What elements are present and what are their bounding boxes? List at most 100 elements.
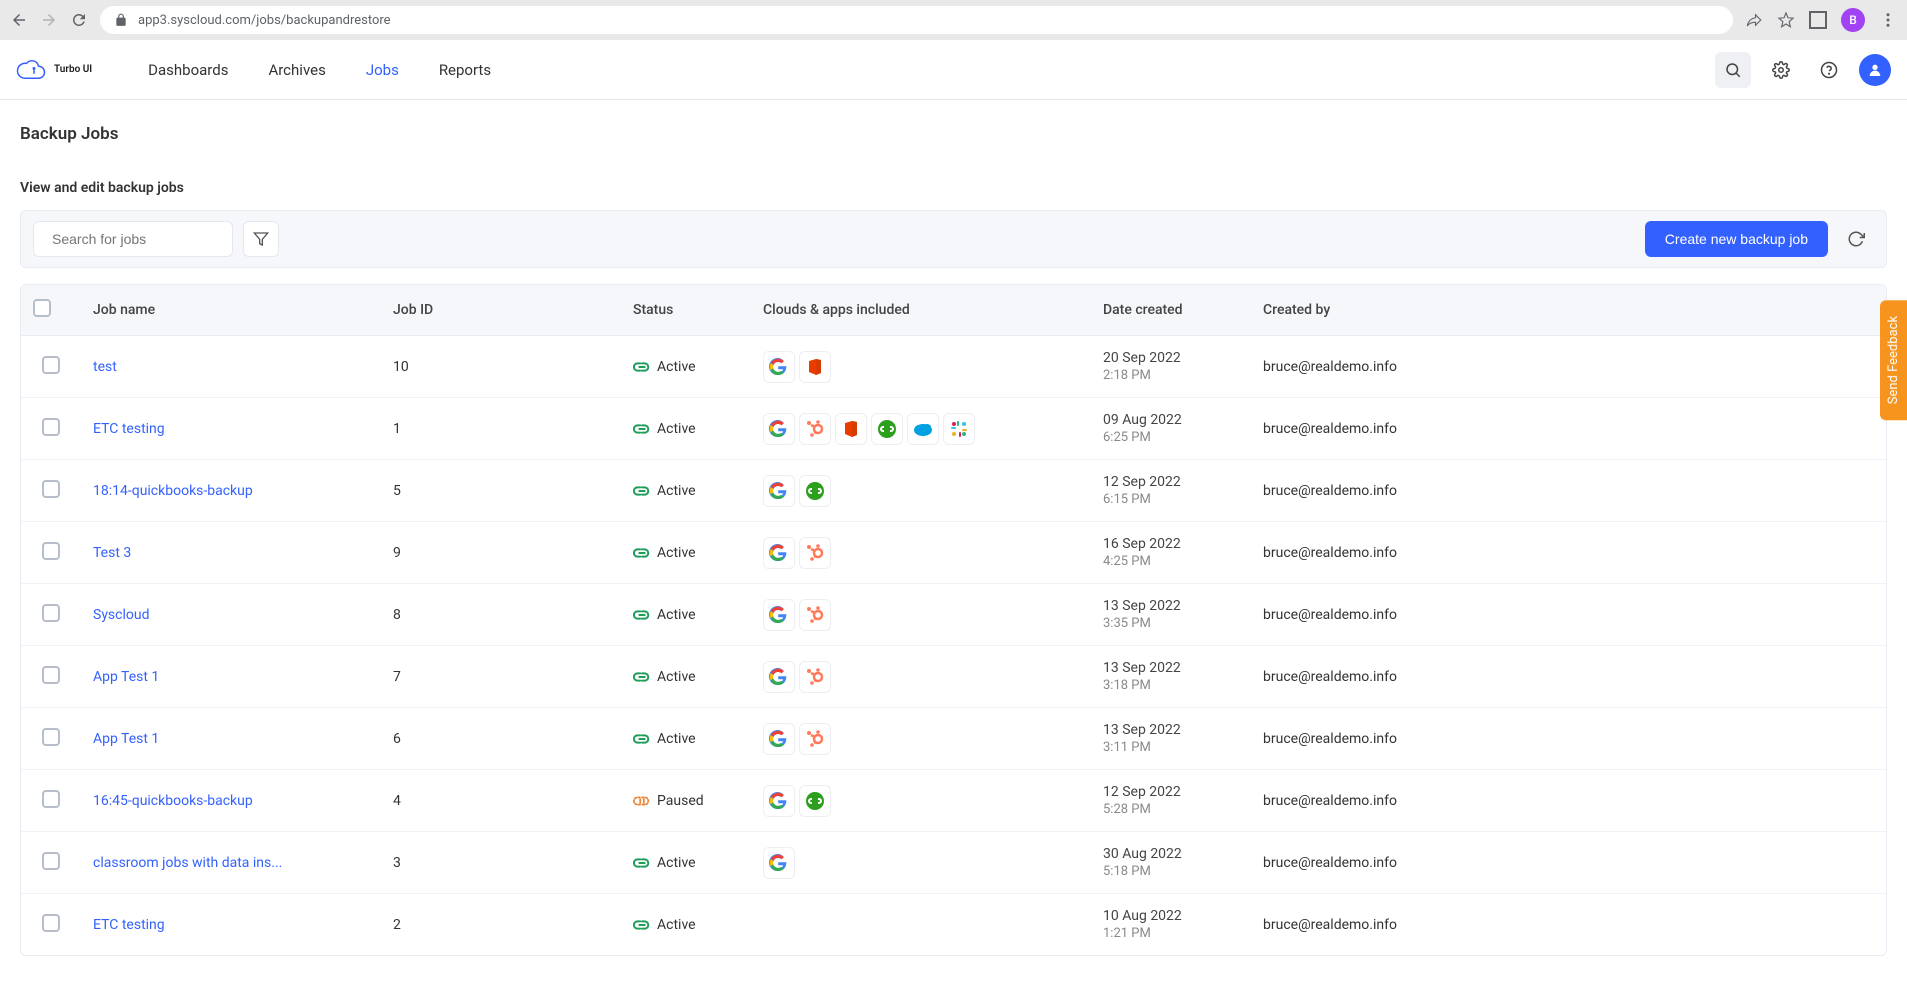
- table-row: test 10 Active 20 Sep 20222:18 PM bruce@…: [21, 336, 1886, 398]
- job-name-link[interactable]: classroom jobs with data ins...: [93, 855, 282, 871]
- nav-jobs[interactable]: Jobs: [366, 61, 399, 79]
- google-icon: [763, 475, 795, 507]
- app-icons: [763, 599, 1079, 631]
- col-created-by[interactable]: Created by: [1251, 285, 1886, 336]
- search-input[interactable]: [52, 231, 233, 247]
- created-by: bruce@realdemo.info: [1251, 336, 1886, 398]
- table-row: ETC testing 1 Active 09 Aug 20226:25 PM …: [21, 398, 1886, 460]
- app-icons: [763, 785, 1079, 817]
- job-name-link[interactable]: ETC testing: [93, 917, 165, 933]
- app-icons: [763, 475, 1079, 507]
- app-icons: [763, 351, 1079, 383]
- refresh-button[interactable]: [1838, 221, 1874, 257]
- row-checkbox[interactable]: [42, 790, 60, 808]
- hubspot-icon: [799, 413, 831, 445]
- status-text: Paused: [657, 793, 704, 809]
- job-name-link[interactable]: 16:45-quickbooks-backup: [93, 793, 253, 809]
- filter-button[interactable]: [243, 221, 279, 257]
- col-job-name[interactable]: Job name: [81, 285, 381, 336]
- row-checkbox[interactable]: [42, 728, 60, 746]
- status-text: Active: [657, 855, 696, 871]
- create-backup-job-button[interactable]: Create new backup job: [1645, 221, 1828, 257]
- hubspot-icon: [799, 599, 831, 631]
- menu-dots-icon[interactable]: [1879, 11, 1897, 29]
- row-checkbox[interactable]: [42, 542, 60, 560]
- profile-button[interactable]: [1859, 54, 1891, 86]
- table-row: classroom jobs with data ins... 3 Active…: [21, 832, 1886, 894]
- row-checkbox[interactable]: [42, 356, 60, 374]
- browser-profile-avatar[interactable]: B: [1841, 8, 1865, 32]
- refresh-icon: [1847, 230, 1865, 248]
- job-name-link[interactable]: Test 3: [93, 545, 131, 561]
- col-date[interactable]: Date created: [1091, 285, 1251, 336]
- toolbar: Create new backup job: [20, 210, 1887, 268]
- job-id: 4: [381, 770, 621, 832]
- logo[interactable]: Turbo UI: [16, 57, 92, 83]
- col-job-id[interactable]: Job ID: [381, 285, 621, 336]
- google-icon: [763, 661, 795, 693]
- app-icons: [763, 413, 1079, 445]
- send-feedback-tab[interactable]: Send Feedback: [1880, 300, 1907, 420]
- nav-settings-button[interactable]: [1763, 52, 1799, 88]
- office-icon: [835, 413, 867, 445]
- status-text: Active: [657, 917, 696, 933]
- row-checkbox[interactable]: [42, 480, 60, 498]
- select-all-checkbox[interactable]: [33, 299, 51, 317]
- jobs-table: Job name Job ID Status Clouds & apps inc…: [20, 284, 1887, 956]
- row-checkbox[interactable]: [42, 666, 60, 684]
- row-checkbox[interactable]: [42, 852, 60, 870]
- time-created: 3:18 PM: [1103, 678, 1239, 693]
- date-created: 16 Sep 2022: [1103, 536, 1239, 552]
- job-id: 5: [381, 460, 621, 522]
- job-id: 6: [381, 708, 621, 770]
- star-icon[interactable]: [1777, 11, 1795, 29]
- nav-search-button[interactable]: [1715, 52, 1751, 88]
- job-id: 1: [381, 398, 621, 460]
- nav-archives[interactable]: Archives: [268, 61, 325, 79]
- extensions-icon[interactable]: [1809, 11, 1827, 29]
- hubspot-icon: [799, 723, 831, 755]
- page-subtitle: View and edit backup jobs: [20, 180, 1887, 196]
- logo-label: Turbo UI: [54, 64, 92, 75]
- job-name-link[interactable]: App Test 1: [93, 731, 159, 747]
- time-created: 3:35 PM: [1103, 616, 1239, 631]
- job-name-link[interactable]: 18:14-quickbooks-backup: [93, 483, 253, 499]
- created-by: bruce@realdemo.info: [1251, 398, 1886, 460]
- job-name-link[interactable]: test: [93, 359, 117, 375]
- reload-icon[interactable]: [70, 11, 88, 29]
- created-by: bruce@realdemo.info: [1251, 584, 1886, 646]
- nav-dashboards[interactable]: Dashboards: [148, 61, 228, 79]
- col-apps[interactable]: Clouds & apps included: [751, 285, 1091, 336]
- app-nav: Turbo UI Dashboards Archives Jobs Report…: [0, 40, 1907, 100]
- nav-links: Dashboards Archives Jobs Reports: [148, 61, 491, 79]
- table-row: 18:14-quickbooks-backup 5 Active 12 Sep …: [21, 460, 1886, 522]
- salesforce-icon: [907, 413, 939, 445]
- job-id: 2: [381, 894, 621, 956]
- time-created: 1:21 PM: [1103, 926, 1239, 941]
- lock-icon: [114, 13, 128, 27]
- row-checkbox[interactable]: [42, 604, 60, 622]
- nav-reports[interactable]: Reports: [439, 61, 491, 79]
- search-icon: [1724, 61, 1742, 79]
- job-id: 3: [381, 832, 621, 894]
- office-icon: [799, 351, 831, 383]
- google-icon: [763, 723, 795, 755]
- quickbooks-icon: [871, 413, 903, 445]
- job-name-link[interactable]: ETC testing: [93, 421, 165, 437]
- table-row: Test 3 9 Active 16 Sep 20224:25 PM bruce…: [21, 522, 1886, 584]
- job-name-link[interactable]: Syscloud: [93, 607, 150, 623]
- search-box[interactable]: [33, 221, 233, 257]
- job-name-link[interactable]: App Test 1: [93, 669, 159, 685]
- back-icon[interactable]: [10, 11, 28, 29]
- col-status[interactable]: Status: [621, 285, 751, 336]
- forward-icon[interactable]: [40, 11, 58, 29]
- hubspot-icon: [799, 661, 831, 693]
- app-icons: [763, 661, 1079, 693]
- date-created: 09 Aug 2022: [1103, 412, 1239, 428]
- row-checkbox[interactable]: [42, 418, 60, 436]
- app-icons: [763, 537, 1079, 569]
- share-icon[interactable]: [1745, 11, 1763, 29]
- row-checkbox[interactable]: [42, 914, 60, 932]
- nav-help-button[interactable]: [1811, 52, 1847, 88]
- address-bar[interactable]: app3.syscloud.com/jobs/backupandrestore: [100, 6, 1733, 34]
